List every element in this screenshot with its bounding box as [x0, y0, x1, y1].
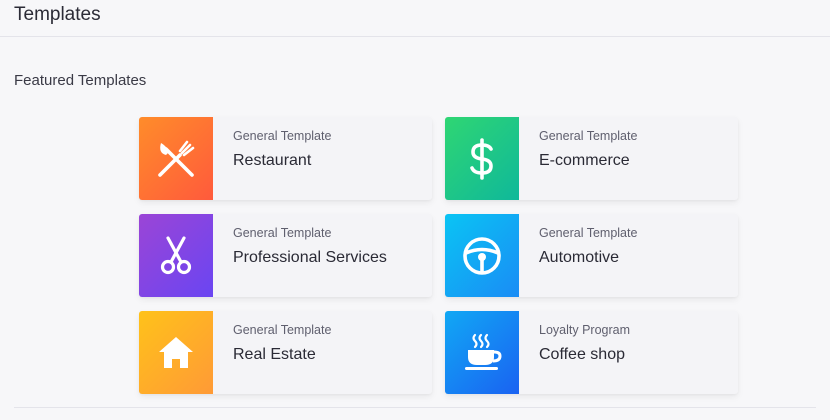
card-category: General Template: [233, 129, 332, 143]
card-name: Professional Services: [233, 249, 387, 266]
template-card-automotive[interactable]: General Template Automotive: [445, 214, 738, 297]
card-icon-tile: [445, 311, 519, 394]
fork-knife-icon: [158, 140, 195, 177]
card-category: General Template: [233, 226, 332, 240]
dollar-icon: [470, 137, 493, 180]
card-category: General Template: [233, 323, 332, 337]
template-card-real-estate[interactable]: General Template Real Estate: [139, 311, 432, 394]
card-name: Restaurant: [233, 152, 312, 169]
house-icon: [159, 336, 193, 368]
card-name: Coffee shop: [539, 346, 625, 363]
page-title: Templates: [14, 4, 101, 25]
steering-wheel-icon: [463, 236, 501, 275]
card-category: General Template: [539, 129, 638, 143]
template-card-professional-services[interactable]: General Template Professional Services: [139, 214, 432, 297]
card-name: E-commerce: [539, 152, 630, 169]
template-card-coffee-shop[interactable]: Loyalty Program Coffee shop: [445, 311, 738, 394]
card-icon-tile: [445, 214, 519, 297]
card-category: Loyalty Program: [539, 323, 631, 337]
scissors-icon: [160, 235, 192, 274]
card-icon-tile: [445, 117, 519, 200]
card-name: Real Estate: [233, 346, 316, 363]
card-icon-tile: [139, 311, 213, 394]
card-category: General Template: [539, 226, 638, 240]
template-card-restaurant[interactable]: General Template Restaurant: [139, 117, 432, 200]
divider: [14, 407, 816, 408]
featured-templates-heading: Featured Templates: [14, 72, 147, 89]
card-icon-tile: [139, 214, 213, 297]
coffee-cup-icon: [465, 333, 502, 370]
template-card-e-commerce[interactable]: General Template E-commerce: [445, 117, 738, 200]
card-name: Automotive: [539, 249, 620, 266]
page-header: Templates: [0, 0, 830, 37]
card-icon-tile: [139, 117, 213, 200]
